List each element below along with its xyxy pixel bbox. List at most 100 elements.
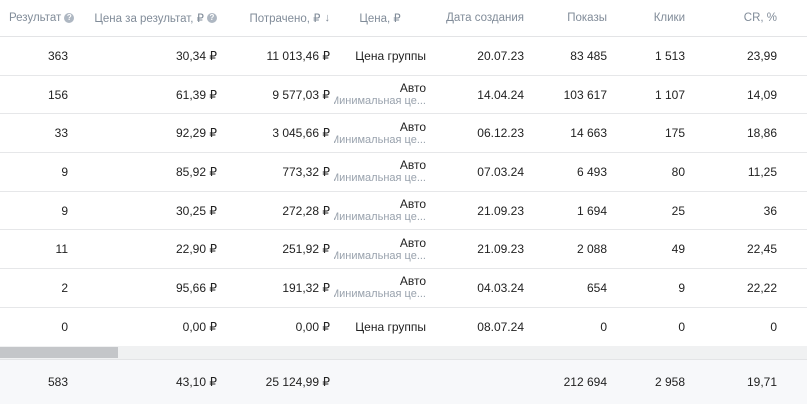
cell-result: 0 (61, 319, 68, 334)
cell-impressions: 0 (600, 319, 607, 334)
column-header-spent[interactable]: Потрачено, ₽ ↓ (220, 0, 330, 36)
price-strategy: Минимальная це... (334, 288, 426, 301)
cell-created: 21.09.23 (477, 242, 524, 257)
cell-cost-per-result: 22,90 ₽ (176, 242, 217, 257)
cell-result: 33 (54, 126, 68, 141)
cell-created: 04.03.24 (477, 280, 524, 295)
scrollbar-thumb[interactable] (0, 347, 118, 358)
column-header-result[interactable]: Результат ? (9, 0, 79, 36)
column-header-price[interactable]: Цена, ₽ (334, 0, 426, 36)
table-row[interactable]: 156 61,39 ₽ 9 577,03 ₽ 14.04.24 103 617 1 107… (0, 76, 807, 115)
help-icon[interactable]: ? (207, 13, 217, 23)
cell-created: 06.12.23 (477, 126, 524, 141)
totals-row: 583 43,10 ₽ 25 124,99 ₽ 212 694 2 958 19… (0, 359, 807, 404)
total-impressions: 212 694 (563, 375, 607, 389)
cell-created: 21.09.23 (477, 203, 524, 218)
column-header-impressions[interactable]: Показы (528, 0, 607, 36)
cell-impressions: 1 694 (576, 203, 607, 218)
table-row[interactable]: 9 85,92 ₽ 773,32 ₽ 07.03.24 6 493 80 11,25 Авто… (0, 153, 807, 192)
table-row[interactable]: 11 22,90 ₽ 251,92 ₽ 21.09.23 2 088 49 22,45 Авт… (0, 230, 807, 270)
price-mode: Цена группы (355, 319, 426, 334)
column-header-label: Цена за результат, ₽ (94, 13, 204, 25)
help-icon[interactable]: ? (64, 13, 75, 23)
cell-price[interactable]: Авто Минимальная це... (334, 153, 426, 191)
column-header-label: Потрачено, ₽ (249, 13, 321, 25)
cell-result: 9 (61, 203, 68, 218)
cell-clicks: 49 (671, 242, 685, 257)
cell-created: 07.03.24 (477, 164, 524, 179)
cell-cost-per-result: 30,34 ₽ (176, 48, 217, 63)
cell-price[interactable]: Авто Минимальная це... (334, 114, 426, 152)
cell-result: 2 (61, 280, 68, 295)
cell-impressions: 83 485 (570, 48, 607, 63)
price-mode: Авто (399, 81, 426, 96)
cell-cost-per-result: 95,66 ₽ (176, 280, 217, 295)
cell-spent: 9 577,03 ₽ (272, 87, 330, 102)
cell-impressions: 2 088 (576, 242, 607, 257)
cell-price[interactable]: Цена группы (334, 308, 426, 346)
total-spent: 25 124,99 ₽ (265, 375, 330, 389)
cell-clicks: 1 107 (654, 87, 685, 102)
total-cr: 19,71 (746, 375, 777, 389)
cell-result: 9 (61, 164, 68, 179)
column-header-label: Результат (9, 12, 62, 24)
cell-impressions: 14 663 (570, 126, 607, 141)
cell-cr: 23,99 (746, 48, 777, 63)
table-header-row: Результат ? Цена за результат, ₽ ? Потра… (0, 0, 807, 37)
total-clicks: 2 958 (654, 375, 685, 389)
column-header-label: Цена, ₽ (359, 13, 401, 25)
table-row[interactable]: 0 0,00 ₽ 0,00 ₽ 08.07.24 0 0 0 Цена группы (0, 308, 807, 347)
sort-down-icon[interactable]: ↓ (325, 12, 331, 24)
cell-spent: 773,32 ₽ (282, 164, 330, 179)
table-body: 363 30,34 ₽ 11 013,46 ₽ 20.07.23 83 485 1 513… (0, 37, 807, 347)
column-header-clicks[interactable]: Клики (610, 0, 685, 36)
cell-price[interactable]: Авто Минимальная це... (334, 230, 426, 268)
price-mode: Авто (399, 197, 426, 212)
price-strategy: Минимальная це... (334, 249, 426, 262)
price-mode: Авто (399, 235, 426, 250)
cell-price[interactable]: Авто Минимальная це... (334, 192, 426, 230)
horizontal-scrollbar[interactable] (0, 346, 807, 359)
cell-spent: 3 045,66 ₽ (272, 126, 330, 141)
column-header-cr[interactable]: CR, % (690, 0, 777, 36)
cell-clicks: 25 (671, 203, 685, 218)
cell-spent: 272,28 ₽ (282, 203, 330, 218)
column-header-cost-per-result[interactable]: Цена за результат, ₽ ? (80, 0, 217, 36)
cell-impressions: 103 617 (563, 87, 607, 102)
cell-spent: 0,00 ₽ (295, 319, 330, 334)
cell-result: 156 (47, 87, 68, 102)
cell-impressions: 6 493 (576, 164, 607, 179)
price-strategy: Минимальная це... (334, 133, 426, 146)
cell-cr: 22,45 (746, 242, 777, 257)
cell-cr: 36 (763, 203, 777, 218)
table-row[interactable]: 33 92,29 ₽ 3 045,66 ₽ 06.12.23 14 663 175 18,8… (0, 114, 807, 154)
cell-cr: 11,25 (747, 164, 777, 179)
price-strategy: Минимальная це... (334, 95, 426, 108)
cell-cost-per-result: 30,25 ₽ (176, 203, 217, 218)
cell-clicks: 175 (664, 126, 685, 141)
cell-cost-per-result: 85,92 ₽ (176, 164, 217, 179)
price-mode: Авто (399, 158, 426, 173)
column-header-created[interactable]: Дата создания (430, 0, 524, 36)
table-row[interactable]: 9 30,25 ₽ 272,28 ₽ 21.09.23 1 694 25 36 Авто Мин… (0, 192, 807, 231)
cell-price[interactable]: Авто Минимальная це... (334, 76, 426, 114)
cell-price[interactable]: Цена группы (334, 37, 426, 75)
cell-created: 08.07.24 (477, 319, 524, 334)
column-header-label: Дата создания (446, 12, 524, 24)
statistics-table: Результат ? Цена за результат, ₽ ? Потра… (0, 0, 807, 347)
table-row[interactable]: 363 30,34 ₽ 11 013,46 ₽ 20.07.23 83 485 1 513… (0, 37, 807, 76)
cell-created: 14.04.24 (477, 87, 524, 102)
column-header-label: Показы (567, 12, 607, 24)
cell-result: 363 (47, 48, 68, 63)
cell-price[interactable]: Авто Минимальная це... (334, 269, 426, 307)
cell-cr: 22,22 (746, 280, 777, 295)
total-result: 583 (47, 375, 68, 389)
cell-clicks: 1 513 (654, 48, 685, 63)
price-strategy: Минимальная це... (334, 172, 426, 185)
price-mode: Цена группы (355, 48, 426, 63)
cell-cost-per-result: 61,39 ₽ (176, 87, 217, 102)
cell-cost-per-result: 0,00 ₽ (182, 319, 217, 334)
cell-impressions: 654 (586, 280, 607, 295)
table-row[interactable]: 2 95,66 ₽ 191,32 ₽ 04.03.24 654 9 22,22 Авто Мин… (0, 269, 807, 308)
cell-clicks: 80 (671, 164, 685, 179)
